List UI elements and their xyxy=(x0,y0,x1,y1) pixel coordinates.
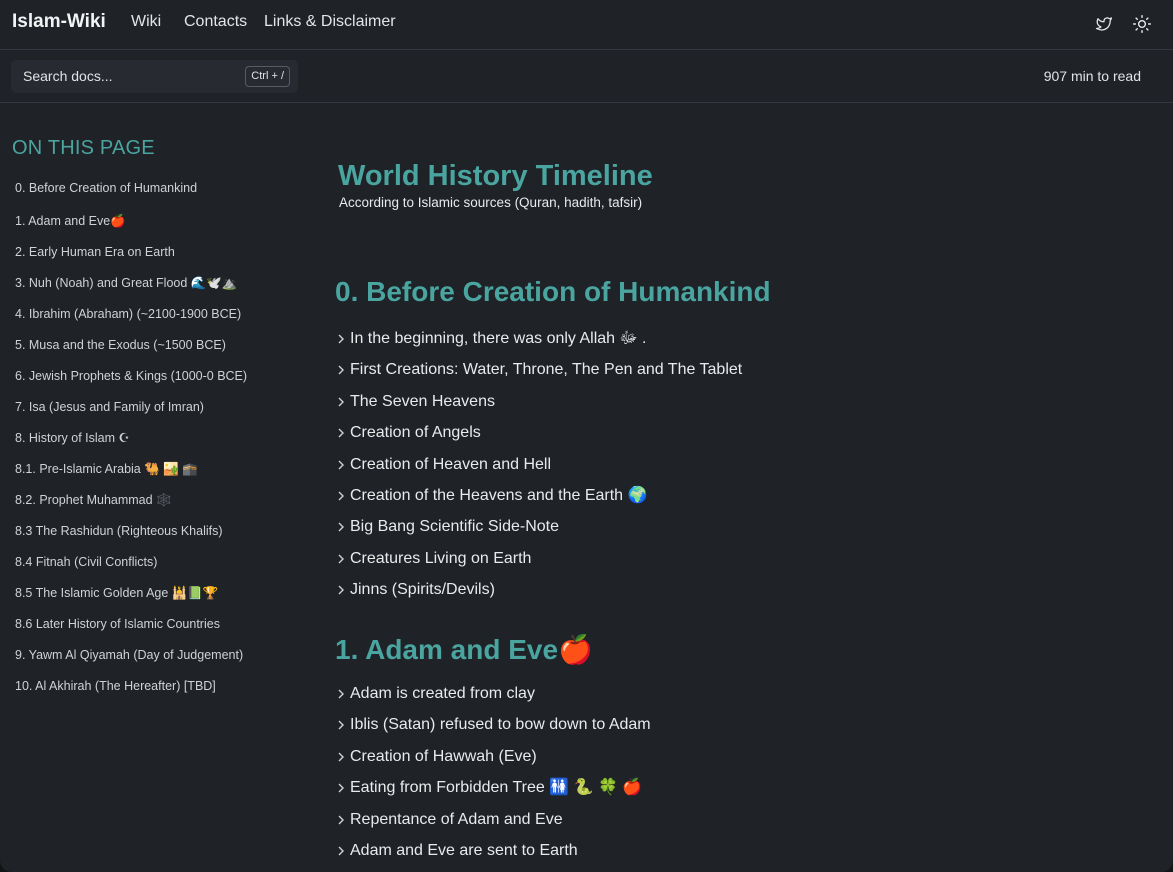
toc-item[interactable]: 3. Nuh (Noah) and Great Flood 🌊🕊️⛰️ xyxy=(15,273,247,304)
toc-title: ON THIS PAGE xyxy=(12,137,155,159)
toc-item[interactable]: 10. Al Akhirah (The Hereafter) [TBD] xyxy=(15,676,247,707)
collapsible-item[interactable]: Eating from Forbidden Tree 🚻 🐍 🍀 🍎 xyxy=(337,778,651,809)
chevron-right-icon xyxy=(337,580,350,600)
item-label: Creation of Angels xyxy=(350,424,481,442)
collapsible-item[interactable]: Adam is created from clay xyxy=(337,684,651,715)
chevron-right-icon xyxy=(337,778,350,798)
item-label: Big Bang Scientific Side-Note xyxy=(350,518,559,536)
item-label: First Creations: Water, Throne, The Pen … xyxy=(350,361,743,379)
item-label: Jinns (Spirits/Devils) xyxy=(350,581,495,599)
collapsible-item[interactable]: In the beginning, there was only Allah ﷻ… xyxy=(337,329,742,360)
collapsible-item[interactable]: Repentance of Adam and Eve xyxy=(337,810,651,841)
toc-item[interactable]: 7. Isa (Jesus and Family of Imran) xyxy=(15,397,247,428)
page-subtitle: According to Islamic sources (Quran, had… xyxy=(339,195,643,210)
chevron-right-icon xyxy=(337,549,350,569)
toc-item[interactable]: 8. History of Islam ☪ xyxy=(15,428,247,459)
collapsible-item[interactable]: Creation of Hawwah (Eve) xyxy=(337,747,651,778)
toc-item[interactable]: 5. Musa and the Exodus (~1500 BCE) xyxy=(15,335,247,366)
toc-item[interactable]: 8.4 Fitnah (Civil Conflicts) xyxy=(15,552,247,583)
brand-logo[interactable]: Islam-Wiki xyxy=(12,11,106,33)
toc-item[interactable]: 4. Ibrahim (Abraham) (~2100-1900 BCE) xyxy=(15,304,247,335)
item-label: Creation of the Heavens and the Earth 🌍 xyxy=(350,486,648,504)
toc-item[interactable]: 0. Before Creation of Humankind xyxy=(15,178,247,209)
item-label: Adam and Eve are sent to Earth xyxy=(350,841,578,859)
item-label: Creation of Heaven and Hell xyxy=(350,455,552,473)
toc-item[interactable]: 8.1. Pre-Islamic Arabia 🐫 🏜️ 🕋 xyxy=(15,459,247,490)
toc-item[interactable]: 8.5 The Islamic Golden Age 🕌📗🏆 xyxy=(15,583,247,614)
collapsible-item[interactable]: Creation of Angels xyxy=(337,423,742,454)
nav-link-wiki[interactable]: Wiki xyxy=(131,13,161,31)
toc-item[interactable]: 8.2. Prophet Muhammad 🕸️ xyxy=(15,490,247,521)
app-window: Islam-Wiki Wiki Contacts Links & Disclai… xyxy=(0,0,1173,872)
item-label: The Seven Heavens xyxy=(350,392,495,410)
toc-item[interactable]: 8.3 The Rashidun (Righteous Khalifs) xyxy=(15,521,247,552)
twitter-icon[interactable] xyxy=(1093,13,1115,35)
collapsible-item[interactable]: Big Bang Scientific Side-Note xyxy=(337,517,742,548)
chevron-right-icon xyxy=(337,684,350,704)
toc-item[interactable]: 8.6 Later History of Islamic Countries xyxy=(15,614,247,645)
collapsible-item[interactable]: The Seven Heavens xyxy=(337,392,742,423)
toolbar: Search docs... Ctrl + / 907 min to read xyxy=(0,50,1173,103)
chevron-right-icon xyxy=(337,423,350,443)
item-label: Creatures Living on Earth xyxy=(350,549,532,567)
item-label: Eating from Forbidden Tree 🚻 🐍 🍀 🍎 xyxy=(350,779,643,797)
collapsible-item[interactable]: Creation of Heaven and Hell xyxy=(337,455,742,486)
item-label: Repentance of Adam and Eve xyxy=(350,810,563,828)
item-label: Adam is created from clay xyxy=(350,685,535,702)
search-placeholder: Search docs... xyxy=(23,68,113,84)
chevron-right-icon xyxy=(337,841,350,861)
toc-item[interactable]: 2. Early Human Era on Earth xyxy=(15,242,247,273)
chevron-right-icon xyxy=(337,747,350,767)
nav-link-links-disclaimer[interactable]: Links & Disclaimer xyxy=(264,13,396,31)
section-0-list: In the beginning, there was only Allah ﷻ… xyxy=(337,329,742,612)
chevron-right-icon xyxy=(337,392,350,412)
section-heading: 1. Adam and Eve🍎 xyxy=(335,634,593,665)
collapsible-item[interactable]: Adam and Eve are sent to Earth xyxy=(337,841,651,872)
section-heading: 0. Before Creation of Humankind xyxy=(335,276,771,307)
collapsible-item[interactable]: First Creations: Water, Throne, The Pen … xyxy=(337,360,742,391)
toc-item[interactable]: 6. Jewish Prophets & Kings (1000-0 BCE) xyxy=(15,366,247,397)
nav-link-contacts[interactable]: Contacts xyxy=(184,13,247,31)
chevron-right-icon xyxy=(337,715,350,735)
chevron-right-icon xyxy=(337,360,350,380)
toc-item[interactable]: 9. Yawm Al Qiyamah (Day of Judgement) xyxy=(15,645,247,676)
item-label: Iblis (Satan) refused to bow down to Ada… xyxy=(350,716,651,734)
table-of-contents: 0. Before Creation of Humankind 1. Adam … xyxy=(15,178,247,707)
page-title: World History Timeline xyxy=(338,160,653,192)
top-navbar: Islam-Wiki Wiki Contacts Links & Disclai… xyxy=(0,0,1173,50)
collapsible-item[interactable]: Jinns (Spirits/Devils) xyxy=(337,580,742,611)
item-label: Creation of Hawwah (Eve) xyxy=(350,747,537,765)
collapsible-item[interactable]: Iblis (Satan) refused to bow down to Ada… xyxy=(337,715,651,746)
read-time: 907 min to read xyxy=(1043,68,1141,84)
search-input[interactable]: Search docs... Ctrl + / xyxy=(11,60,298,93)
collapsible-item[interactable]: Creatures Living on Earth xyxy=(337,549,742,580)
chevron-right-icon xyxy=(337,810,350,830)
search-shortcut-badge: Ctrl + / xyxy=(245,66,290,87)
section-1-list: Adam is created from clay Iblis (Satan) … xyxy=(337,684,651,872)
chevron-right-icon xyxy=(337,455,350,475)
chevron-right-icon xyxy=(337,486,350,506)
toc-item[interactable]: 1. Adam and Eve🍎 xyxy=(15,209,247,242)
chevron-right-icon xyxy=(337,517,350,537)
sun-icon[interactable] xyxy=(1131,13,1153,35)
item-label: In the beginning, there was only Allah ﷻ… xyxy=(350,330,647,347)
chevron-right-icon xyxy=(337,329,350,349)
collapsible-item[interactable]: Creation of the Heavens and the Earth 🌍 xyxy=(337,486,742,517)
